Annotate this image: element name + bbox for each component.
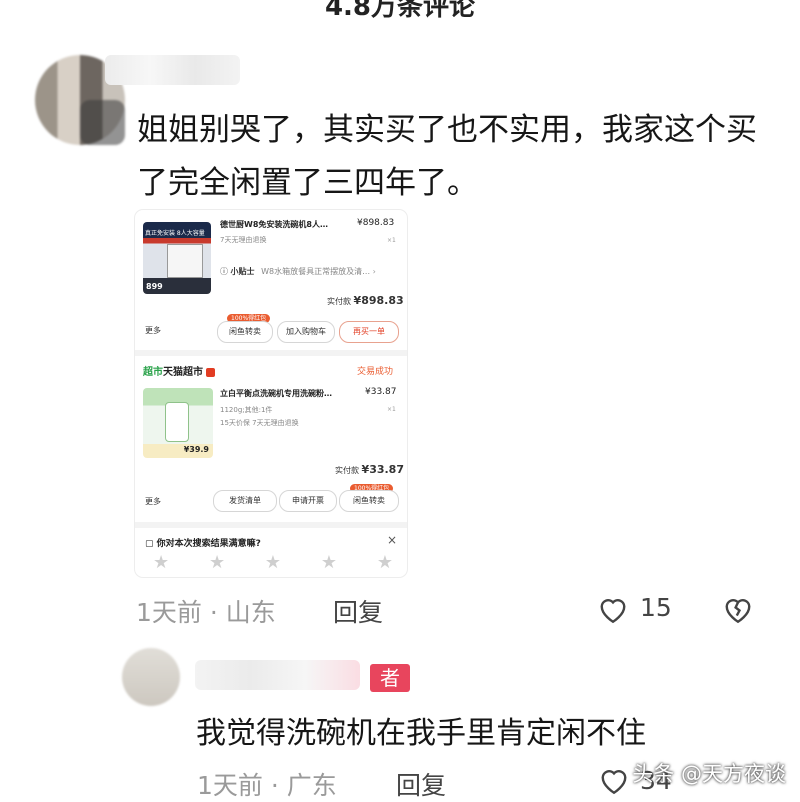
star-icon[interactable]: ★ <box>321 552 337 573</box>
add-to-cart-button[interactable]: 加入购物车 <box>277 321 335 343</box>
resell-button[interactable]: 闲鱼转卖 <box>217 321 273 343</box>
more-button[interactable]: 更多 <box>145 325 161 336</box>
like-button[interactable] <box>596 762 632 802</box>
like-count: 15 <box>640 593 672 622</box>
tip-icon: ⓘ <box>220 267 228 276</box>
like-button[interactable] <box>595 591 631 627</box>
product-spec: 1120g;其他:1件 <box>220 406 273 414</box>
product-price: ¥898.83 <box>357 218 395 228</box>
star-icon[interactable]: ★ <box>377 552 393 573</box>
product-qty: ×1 <box>387 406 396 413</box>
avatar[interactable] <box>122 648 180 706</box>
paid-amount: 实付款 ¥33.87 <box>335 463 404 476</box>
product-price: ¥33.87 <box>365 387 397 397</box>
buy-again-button[interactable]: 再买一单 <box>339 321 399 343</box>
broken-heart-icon <box>725 599 751 624</box>
heart-icon <box>601 770 627 795</box>
store-name[interactable]: 超市天猫超市 <box>143 363 216 378</box>
product-thumbnail: 真正免安装 8人大容量 899 <box>143 222 211 294</box>
comment-count-title: 4.8万条评论 <box>324 0 476 22</box>
order-status: 交易成功 <box>357 367 394 377</box>
product-returns: 7天无理由退换 <box>220 236 267 244</box>
watermark: 头条 @天方夜谈 <box>632 762 786 786</box>
reply-button[interactable]: 回复 <box>396 766 446 802</box>
close-icon[interactable]: × <box>387 533 397 547</box>
star-icon[interactable]: ★ <box>209 552 225 573</box>
tip-row[interactable]: ⓘ 小贴士 W8水箱放餐具正常摆放及清… › <box>220 266 376 277</box>
shipping-list-button[interactable]: 发货清单 <box>213 490 277 512</box>
star-icon[interactable]: ★ <box>153 552 169 573</box>
author-badge: 者 <box>370 664 410 692</box>
survey-question: ▢ 你对本次搜索结果满意嘛? <box>145 539 261 549</box>
store-badge-icon <box>206 367 216 377</box>
order-screenshot-image[interactable]: 真正免安装 8人大容量 899 德世厨W8免安装洗碗机8人… ¥898.83 7… <box>135 210 407 577</box>
comment-text: 我觉得洗碗机在我手里肯定闲不住 <box>196 716 646 751</box>
username-blurred[interactable] <box>195 660 360 690</box>
product-title: 立白平衡点洗碗机专用洗碗粉… <box>220 389 332 398</box>
chevron-right-icon: › <box>372 267 376 276</box>
dislike-button[interactable] <box>720 591 756 627</box>
heart-icon <box>600 599 626 624</box>
rating-stars[interactable]: ★ ★ ★ ★ ★ <box>153 552 393 573</box>
chat-icon: ▢ <box>145 539 154 549</box>
comment-meta: 1天前 · 山东 <box>136 598 276 627</box>
resell-button[interactable]: 闲鱼转卖 <box>339 490 399 512</box>
username-blurred[interactable] <box>105 55 240 85</box>
product-guarantee: 15天价保 7天无理由退换 <box>220 419 299 427</box>
paid-amount: 实付款 ¥898.83 <box>327 294 404 307</box>
product-qty: ×1 <box>387 237 396 244</box>
comment-text: 姐姐别哭了，其实买了也不实用，我家这个买了完全闲置了三四年了。 <box>137 112 757 201</box>
invoice-button[interactable]: 申请开票 <box>279 490 337 512</box>
comment-meta: 1天前 · 广东 <box>197 771 337 800</box>
divider <box>135 522 407 528</box>
product-title: 德世厨W8免安装洗碗机8人… <box>220 220 328 229</box>
divider <box>135 350 407 356</box>
more-button[interactable]: 更多 <box>145 496 161 507</box>
star-icon[interactable]: ★ <box>265 552 281 573</box>
reply-button[interactable]: 回复 <box>333 593 383 629</box>
product-thumbnail: ¥39.9 <box>143 388 213 458</box>
